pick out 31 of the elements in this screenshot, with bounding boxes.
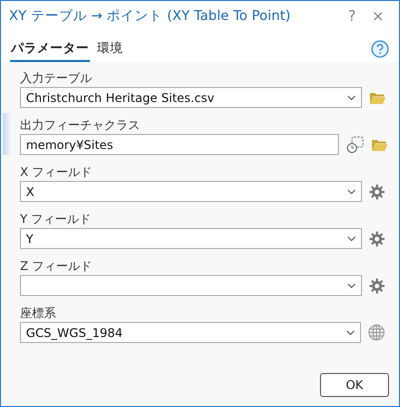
field-label: Y フィールド xyxy=(20,211,92,227)
dropdown-caret-icon xyxy=(346,330,355,336)
settings-icon[interactable] xyxy=(369,184,385,200)
dropdown-caret-icon xyxy=(347,188,356,194)
folder-icon[interactable] xyxy=(369,90,386,104)
settings-icon[interactable] xyxy=(369,230,385,246)
folder-icon[interactable] xyxy=(371,138,388,152)
dropdown-caret-icon xyxy=(347,236,356,242)
field-label: Z フィールド xyxy=(20,258,94,274)
help-button[interactable]: ? xyxy=(339,7,365,25)
close-button[interactable]: × xyxy=(365,7,391,25)
field-label: 入力テーブル xyxy=(20,70,93,86)
dropdown-caret-icon xyxy=(347,282,356,288)
input-field[interactable]: memory¥Sites xyxy=(20,134,339,155)
tab[interactable]: 環境 xyxy=(96,38,124,62)
dropdown-field[interactable]: Y xyxy=(20,228,362,249)
dropdown-field[interactable]: Christchurch Heritage Sites.csv xyxy=(20,87,362,108)
window-title: XY テーブル → ポイント (XY Table To Point) xyxy=(9,7,292,25)
globe-icon[interactable] xyxy=(368,324,385,341)
dropdown-field[interactable] xyxy=(20,275,362,296)
tab[interactable]: パラメーター xyxy=(10,38,90,62)
ok-button[interactable]: OK xyxy=(320,373,389,397)
field-label: 出力フィーチャクラス xyxy=(20,117,141,133)
dataset-icon[interactable] xyxy=(346,136,364,154)
dropdown-field[interactable]: X xyxy=(20,181,362,202)
field-label: X フィールド xyxy=(20,164,94,180)
dropdown-caret-icon xyxy=(347,94,356,100)
field-label: 座標系 xyxy=(20,305,57,321)
dropdown-field[interactable]: GCS_WGS_1984 xyxy=(20,322,361,343)
settings-icon[interactable] xyxy=(369,278,385,294)
help-icon[interactable] xyxy=(371,40,389,58)
